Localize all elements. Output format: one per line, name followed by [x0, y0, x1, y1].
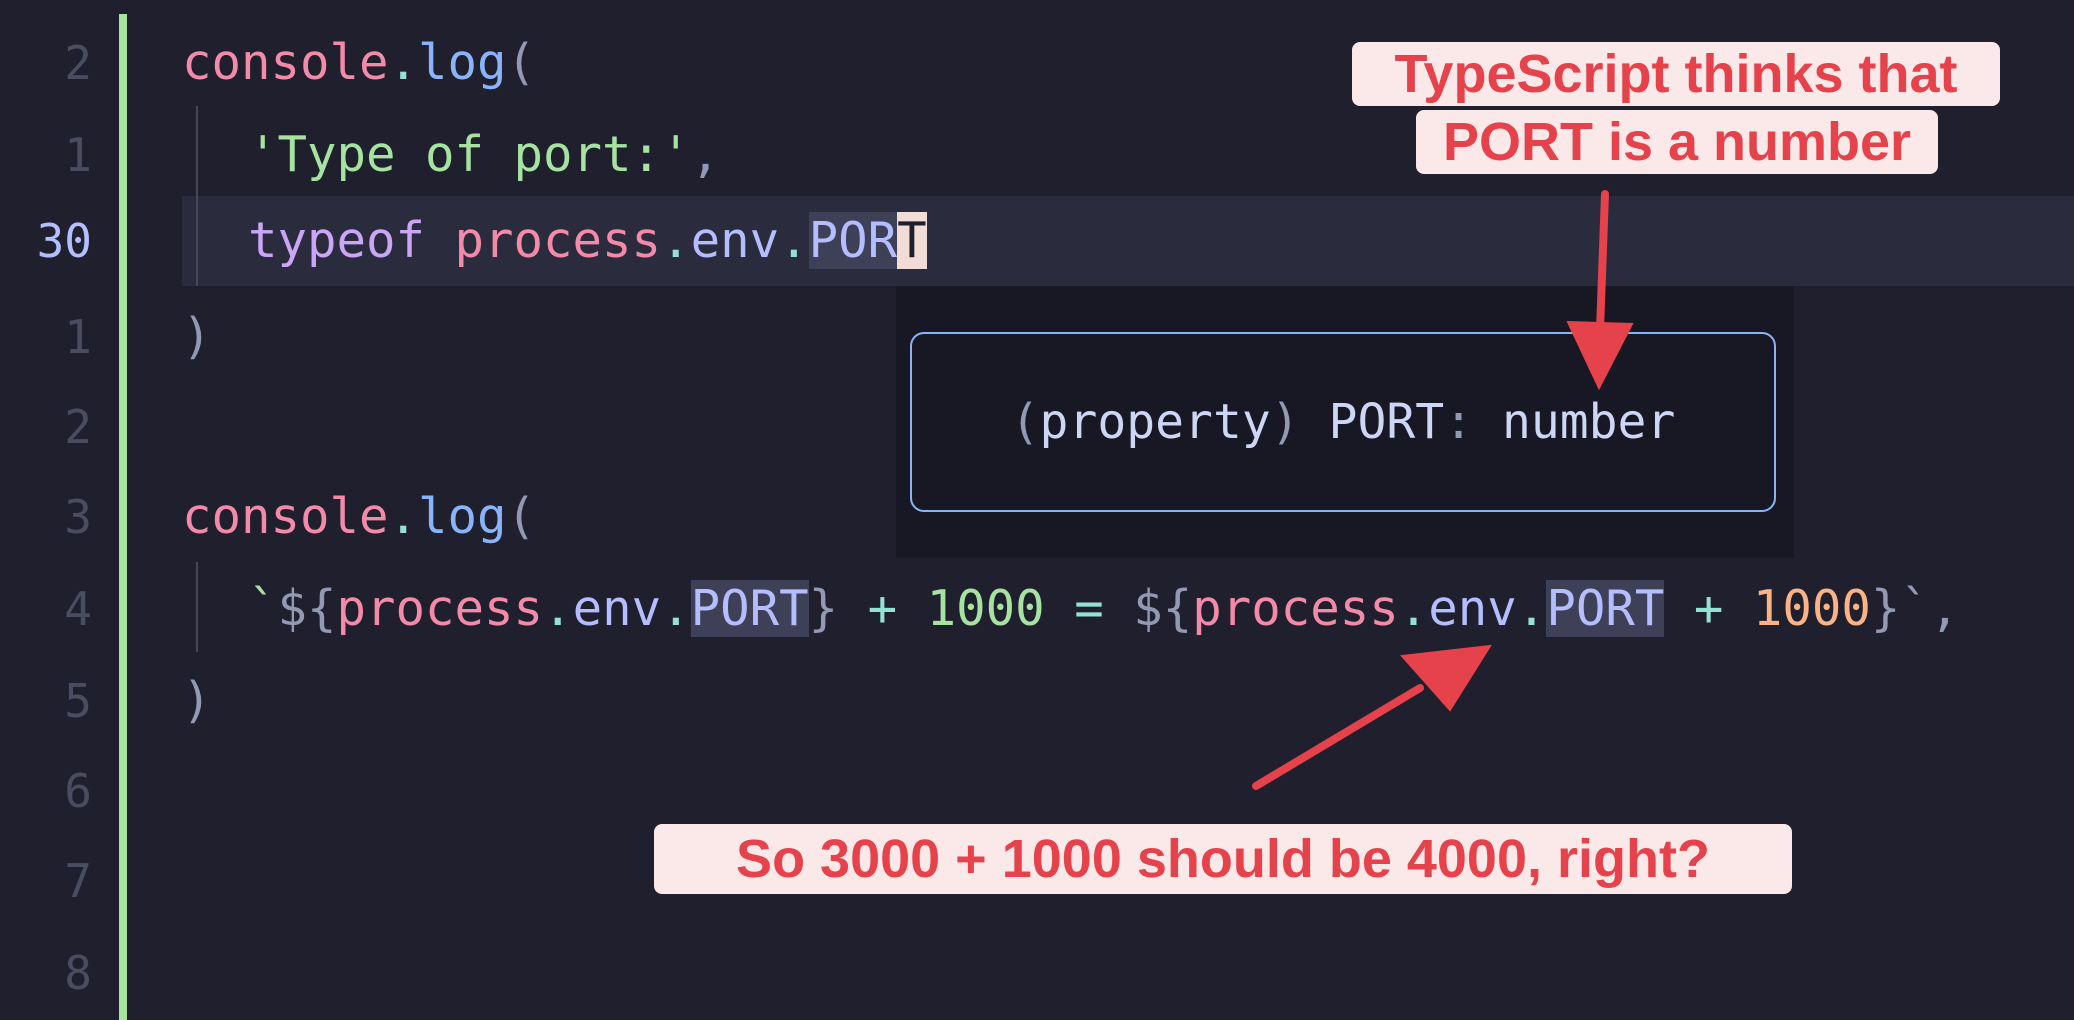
annotation-bottom-text: So 3000 + 1000 should be 4000, right?: [736, 829, 1710, 889]
token-number: 1000: [1752, 580, 1871, 637]
token-method: log: [418, 488, 507, 545]
token-property-highlighted: PORT: [1546, 580, 1665, 637]
token-identifier: console: [182, 488, 389, 545]
line-number: 1: [64, 128, 92, 182]
code-line-current[interactable]: typeof process.env.PORT: [182, 196, 2074, 286]
text-cursor: T: [897, 212, 927, 269]
token-paren: ): [182, 672, 212, 729]
token-dot: .: [1398, 580, 1429, 637]
hover-type: number: [1501, 394, 1676, 450]
token-dot: .: [661, 212, 691, 269]
line-number-current: 30: [36, 214, 92, 268]
hover-tooltip: (property) PORT: number: [910, 332, 1776, 512]
hover-kind: property: [1039, 394, 1271, 450]
token-template-open: ${: [277, 580, 337, 637]
token-dot: .: [1516, 580, 1547, 637]
token-identifier: console: [182, 34, 389, 91]
line-number: 7: [64, 854, 92, 908]
line-number: 1: [64, 310, 92, 364]
token-identifier: process: [336, 580, 544, 637]
annotation-top-line1: TypeScript thinks that: [1394, 44, 1958, 104]
line-code[interactable]: ): [182, 292, 212, 382]
line-number: 2: [64, 400, 92, 454]
hover-paren: ): [1270, 394, 1300, 450]
line-number: 6: [64, 764, 92, 818]
token-template-open: ${: [1133, 580, 1193, 637]
token-template-backtick: `: [248, 580, 278, 637]
token-property-highlighted: PORT: [690, 580, 809, 637]
token-paren: ): [182, 308, 212, 365]
token-operator: +: [1693, 580, 1724, 637]
token-string: 'Type of port:': [248, 126, 691, 183]
token-operator: =: [1074, 580, 1104, 637]
line-code[interactable]: `${process.env.PORT} + 1000 = ${process.…: [248, 564, 1959, 654]
line-number: 2: [64, 36, 92, 90]
line-number: 5: [64, 674, 92, 728]
hover-colon: :: [1444, 394, 1474, 450]
annotation-top-line2: PORT is a number: [1442, 112, 1912, 172]
token-template-text: 1000: [926, 580, 1045, 637]
indent-guide: [196, 562, 198, 652]
token-property: env: [690, 212, 780, 269]
token-template-close: }: [808, 580, 839, 637]
hover-paren: (: [1010, 394, 1040, 450]
line-number: 4: [64, 582, 92, 636]
token-dot: .: [388, 488, 419, 545]
token-property: env: [572, 580, 662, 637]
line-code[interactable]: console.log(: [182, 18, 536, 108]
token-property-highlighted: POR: [808, 212, 898, 269]
code-line[interactable]: 4 `${process.env.PORT} + 1000 = ${proces…: [0, 564, 2074, 654]
token-operator: +: [867, 580, 898, 637]
token-identifier: process: [454, 212, 662, 269]
token-dot: .: [543, 580, 573, 637]
line-code[interactable]: typeof process.env.PORT: [248, 196, 927, 286]
token-property: env: [1428, 580, 1517, 637]
line-code[interactable]: console.log(: [182, 472, 536, 562]
token-paren: (: [506, 488, 537, 545]
hover-name: PORT: [1328, 394, 1445, 450]
line-code[interactable]: 'Type of port:',: [248, 110, 720, 200]
token-paren: (: [506, 34, 537, 91]
code-line[interactable]: 6: [0, 746, 2074, 836]
line-code[interactable]: ): [182, 656, 212, 746]
code-line[interactable]: 8: [0, 928, 2074, 1018]
token-dot: .: [661, 580, 691, 637]
token-dot: .: [779, 212, 809, 269]
annotation-callout-top: TypeScript thinks that: [1352, 42, 2000, 106]
token-method: log: [418, 34, 507, 91]
line-number: 8: [64, 946, 92, 1000]
code-line[interactable]: 5 ): [0, 656, 2074, 746]
token-dot: .: [388, 34, 419, 91]
indent-guide: [196, 106, 198, 286]
token-identifier: process: [1192, 580, 1399, 637]
annotation-callout-bottom: So 3000 + 1000 should be 4000, right?: [654, 824, 1792, 894]
line-number: 3: [64, 490, 92, 544]
code-editor[interactable]: 2 console.log( 1 'Type of port:', 30 typ…: [0, 0, 2074, 1020]
annotation-callout-top-2: PORT is a number: [1416, 110, 1938, 174]
token-comma: ,: [690, 126, 721, 183]
token-keyword: typeof: [248, 212, 426, 269]
token-template-end: }`,: [1870, 580, 1960, 637]
